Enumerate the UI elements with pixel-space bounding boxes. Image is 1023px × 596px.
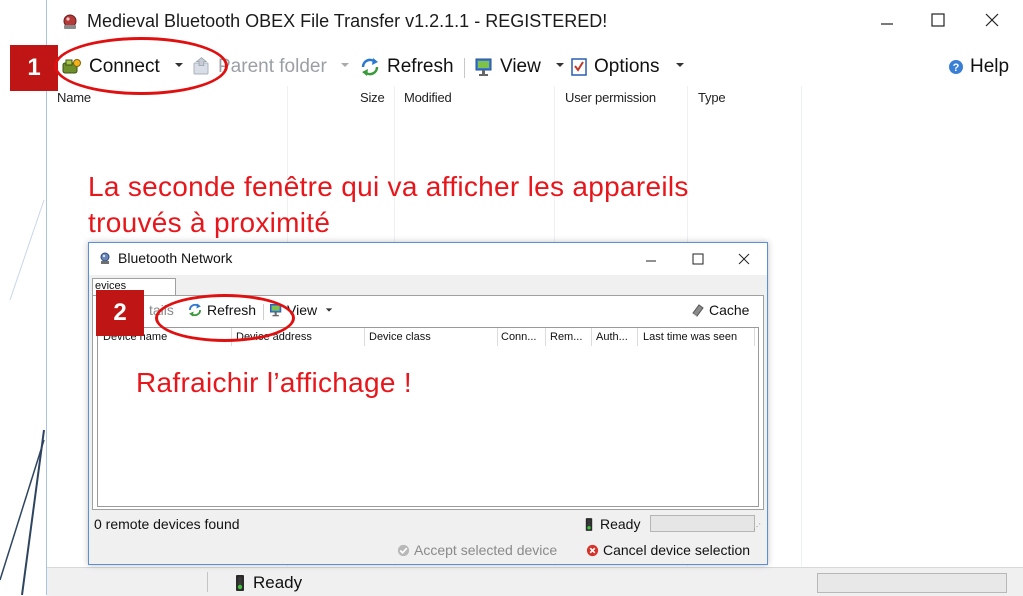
cache-button[interactable]: Cache <box>691 302 749 318</box>
connect-highlight-circle <box>54 37 228 95</box>
bluetooth-network-title: Bluetooth Network <box>118 250 233 266</box>
refresh-label: Refresh <box>387 56 454 77</box>
caption-nearby-devices-line2: trouvés à proximité <box>88 207 331 238</box>
options-label: Options <box>594 56 660 77</box>
child-close-button[interactable] <box>722 243 766 275</box>
column-header-size[interactable]: Size <box>360 90 385 105</box>
devices-found-count: 0 remote devices found <box>94 516 240 532</box>
bluetooth-network-action-bar: Accept selected device Cancel device sel… <box>89 537 765 563</box>
bluetooth-network-window: Bluetooth Network evices tails Refresh V… <box>88 242 768 565</box>
options-dropdown-icon[interactable] <box>675 60 685 70</box>
refresh-button[interactable]: Refresh <box>359 54 454 80</box>
column-divider <box>637 328 638 346</box>
options-icon <box>571 58 587 76</box>
check-icon <box>397 544 410 556</box>
minimize-button[interactable] <box>864 6 910 42</box>
column-header-modified[interactable]: Modified <box>404 90 452 105</box>
cancel-device-selection-button[interactable]: Cancel device selection <box>586 542 750 558</box>
status-progress-bar <box>817 573 1007 593</box>
cancel-icon <box>586 544 599 556</box>
column-header-name[interactable]: Name <box>57 90 91 105</box>
bluetooth-app-icon <box>63 14 77 29</box>
child-minimize-button[interactable] <box>629 243 673 275</box>
view-icon <box>475 58 492 76</box>
close-button[interactable] <box>969 6 1015 42</box>
maximize-button[interactable] <box>915 6 961 42</box>
column-header-remembered[interactable]: Rem... <box>550 331 582 343</box>
accept-selected-device-button[interactable]: Accept selected device <box>397 542 557 558</box>
parent-folder-dropdown-icon[interactable] <box>340 60 350 70</box>
status-bar: Ready <box>47 567 1023 596</box>
minimize-icon <box>881 23 893 25</box>
column-header-authenticated[interactable]: Auth... <box>596 331 628 343</box>
help-label: Help <box>970 56 1010 77</box>
column-header-type[interactable]: Type <box>698 90 726 105</box>
maximize-icon <box>931 13 945 27</box>
column-header-connected[interactable]: Conn... <box>501 331 536 343</box>
bluetooth-progress-bar <box>650 515 755 532</box>
caption-nearby-devices-line1: La seconde fenêtre qui va afficher les a… <box>88 171 689 202</box>
options-button[interactable]: Options <box>570 54 659 80</box>
minimize-icon <box>646 260 656 262</box>
help-icon: ? <box>949 60 963 74</box>
parent-folder-label: Parent folder <box>218 56 327 77</box>
column-divider <box>364 328 365 346</box>
svg-text:?: ? <box>953 62 960 74</box>
traffic-light-icon <box>236 575 244 591</box>
help-button[interactable]: ? Help <box>948 54 1009 80</box>
refresh-highlight-circle <box>155 294 295 342</box>
status-text: Ready <box>253 573 303 592</box>
resize-grip-icon[interactable]: ⋰ <box>753 522 761 531</box>
caption-refresh-display: Rafraichir l’affichage ! <box>136 367 412 398</box>
traffic-light-icon <box>585 517 593 531</box>
refresh-icon <box>361 58 379 76</box>
bluetooth-network-title-bar: Bluetooth Network <box>89 243 767 275</box>
step-badge-1: 1 <box>10 45 58 91</box>
view-dropdown-icon[interactable] <box>555 60 565 70</box>
step-badge-2: 2 <box>96 290 144 336</box>
column-divider <box>591 328 592 346</box>
close-icon <box>985 13 999 27</box>
bluetooth-network-icon <box>100 252 110 264</box>
toolbar-separator <box>464 58 465 78</box>
cache-label: Cache <box>709 302 750 318</box>
view-button[interactable]: View <box>474 54 541 80</box>
view-dropdown-icon[interactable] <box>325 306 333 314</box>
bluetooth-network-status-bar: 0 remote devices found Ready ⋰ <box>89 512 765 536</box>
status-separator <box>207 572 208 592</box>
column-divider <box>497 328 498 346</box>
title-bar: Medieval Bluetooth OBEX File Transfer v1… <box>47 0 1023 48</box>
column-header-device-class[interactable]: Device class <box>369 331 431 343</box>
column-header-last-seen[interactable]: Last time was seen <box>643 331 737 343</box>
eraser-icon <box>692 304 704 317</box>
file-list-header: Name Size Modified User permission Type <box>47 86 1023 116</box>
maximize-icon <box>692 253 704 265</box>
column-divider <box>801 86 802 566</box>
bluetooth-status-text: Ready <box>600 516 641 532</box>
column-header-user-permission[interactable]: User permission <box>565 90 656 105</box>
bluetooth-status-ready: Ready <box>585 516 640 532</box>
devices-list[interactable]: Device name Device address Device class … <box>97 327 759 507</box>
column-divider <box>754 328 755 346</box>
status-ready: Ready <box>235 573 302 593</box>
view-label: View <box>500 56 541 77</box>
accept-selected-device-label: Accept selected device <box>414 542 558 558</box>
close-icon <box>738 253 750 265</box>
window-title: Medieval Bluetooth OBEX File Transfer v1… <box>87 11 608 31</box>
child-maximize-button[interactable] <box>676 243 720 275</box>
column-divider <box>545 328 546 346</box>
cancel-device-selection-label: Cancel device selection <box>603 542 751 558</box>
